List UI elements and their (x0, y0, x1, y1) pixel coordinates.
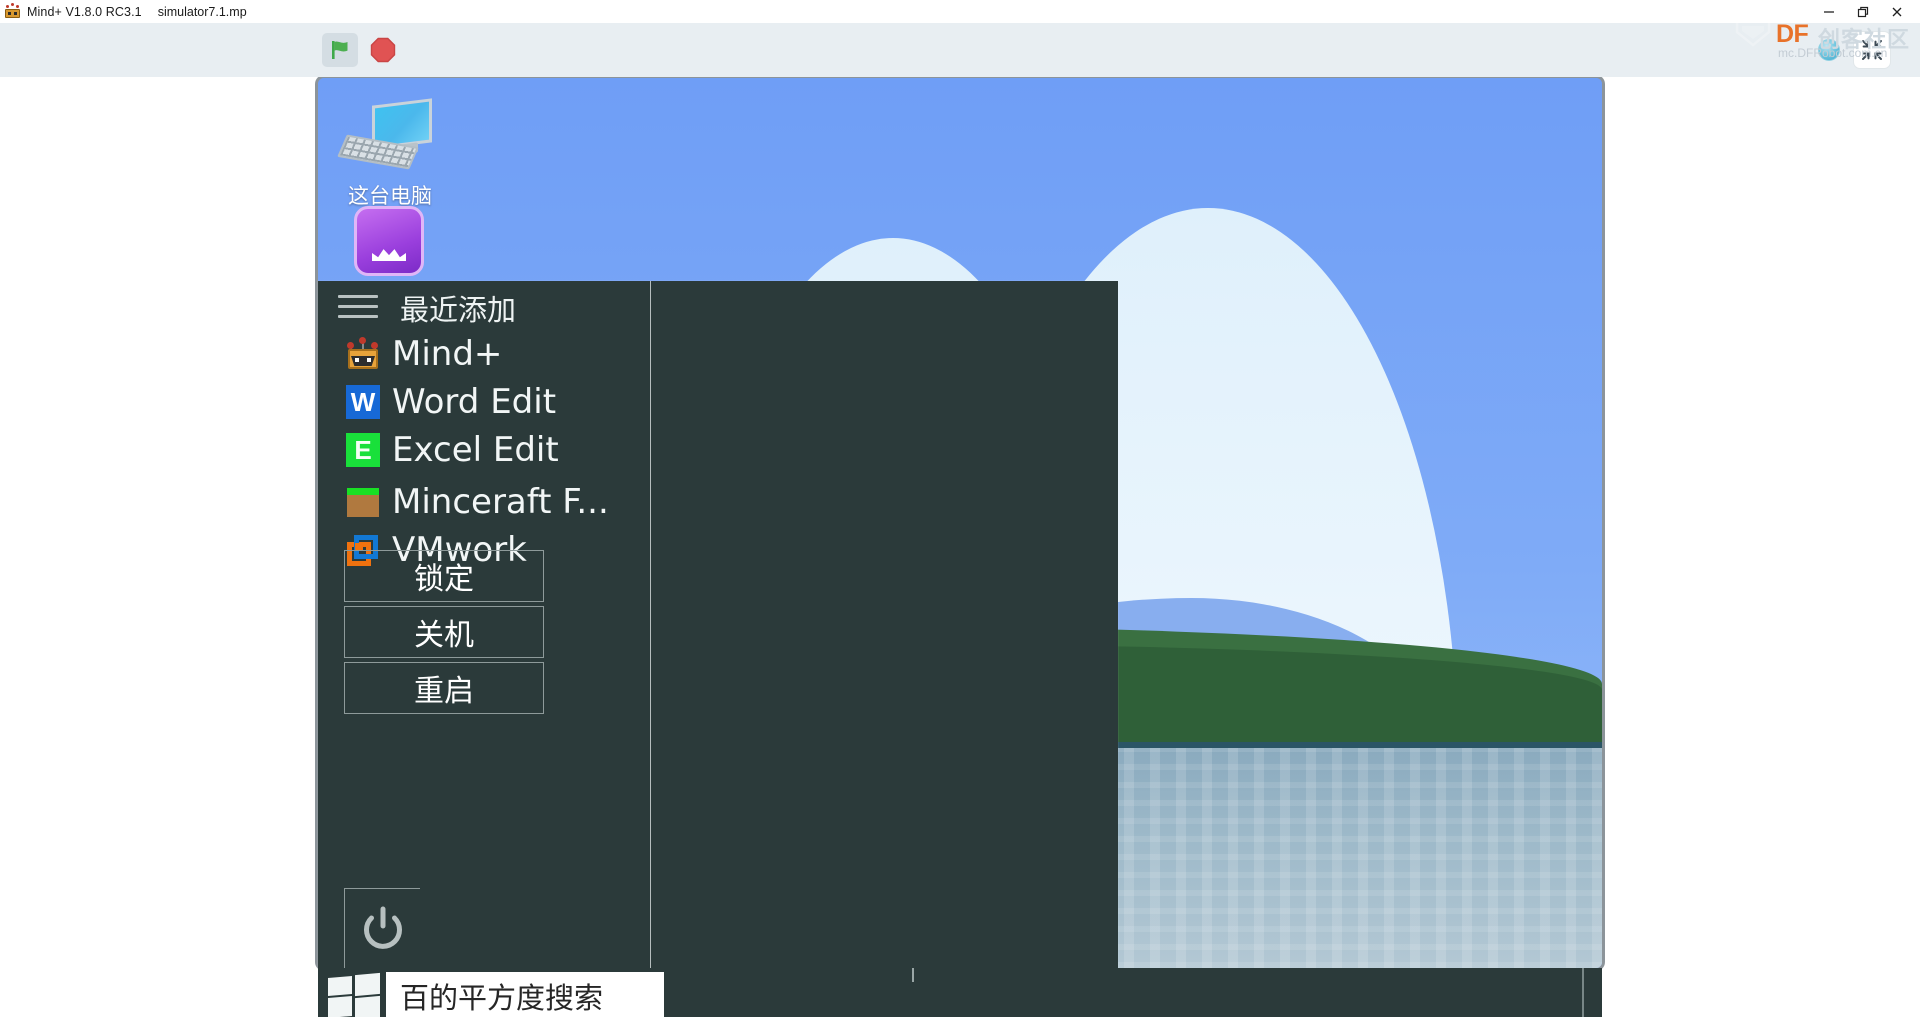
search-input-value: 百的平方度搜索 (400, 981, 604, 1015)
app-root: Mind+ V1.8.0 RC3.1 simulator7.1.mp DF 创客… (0, 0, 1920, 1017)
shrink-screen-icon[interactable] (1854, 32, 1890, 68)
start-menu-item-label: Word Edit (392, 382, 557, 422)
hamburger-menu-icon[interactable] (338, 295, 378, 325)
window-controls (1812, 0, 1914, 23)
start-menu-item-label: Mind+ (392, 334, 503, 374)
globe-icon[interactable] (1818, 39, 1840, 61)
restore-icon[interactable] (1846, 0, 1880, 23)
mind-plus-icon (346, 337, 380, 371)
app-title: Mind+ V1.8.0 RC3.1 (27, 4, 142, 19)
minecraft-icon (346, 485, 380, 519)
close-icon[interactable] (1880, 0, 1914, 23)
title-bar: Mind+ V1.8.0 RC3.1 simulator7.1.mp (0, 0, 1920, 23)
project-file-name: simulator7.1.mp (157, 4, 247, 19)
view-controls (1818, 32, 1890, 68)
purple-app-icon[interactable] (354, 206, 424, 276)
start-menu-item-excel-edit[interactable]: E Excel Edit (346, 433, 559, 467)
excel-icon: E (346, 433, 380, 467)
start-menu-button-restart[interactable]: 重启 (344, 662, 544, 714)
start-menu-button-label: 锁定 (414, 562, 474, 597)
desktop-icon-this-pc[interactable]: 这台电脑 (320, 98, 460, 210)
word-icon: W (346, 385, 380, 419)
start-menu-button-label: 重启 (414, 674, 474, 709)
stop-sign-icon[interactable] (366, 33, 400, 67)
start-menu-section-title: 最近添加 (400, 293, 517, 327)
start-menu-item-word-edit[interactable]: W Word Edit (346, 385, 556, 419)
taskbar: 百的平方度搜索 (318, 968, 1602, 1017)
start-menu-item-label: Excel Edit (392, 430, 559, 470)
start-menu-item-minecraft[interactable]: Minceraft F... (346, 485, 609, 519)
taskbar-tick-mark (912, 968, 914, 982)
taskbar-right-divider (1582, 968, 1584, 1017)
power-icon[interactable] (344, 888, 420, 968)
start-menu-button-shutdown[interactable]: 关机 (344, 606, 544, 658)
windows-logo-icon[interactable] (326, 972, 382, 1017)
start-menu-left-column: 最近添加 Mind+ W Word Edit E Excel Edit Minc… (318, 281, 650, 968)
green-flag-icon[interactable] (322, 33, 358, 67)
simulator-toolbar (0, 23, 1920, 77)
mind-plus-robot-icon (4, 3, 21, 20)
search-input[interactable]: 百的平方度搜索 (386, 972, 664, 1017)
run-controls (322, 33, 400, 67)
minimize-icon[interactable] (1812, 0, 1846, 23)
start-menu-item-mind-plus[interactable]: Mind+ (346, 337, 502, 371)
start-menu-button-lock[interactable]: 锁定 (344, 550, 544, 602)
start-menu-button-label: 关机 (414, 618, 474, 653)
start-menu-item-label: Minceraft F... (392, 482, 609, 522)
start-menu: 最近添加 Mind+ W Word Edit E Excel Edit Minc… (318, 281, 1118, 968)
crown-glyph (372, 249, 406, 262)
start-menu-divider (650, 281, 651, 968)
this-pc-icon (337, 98, 438, 176)
